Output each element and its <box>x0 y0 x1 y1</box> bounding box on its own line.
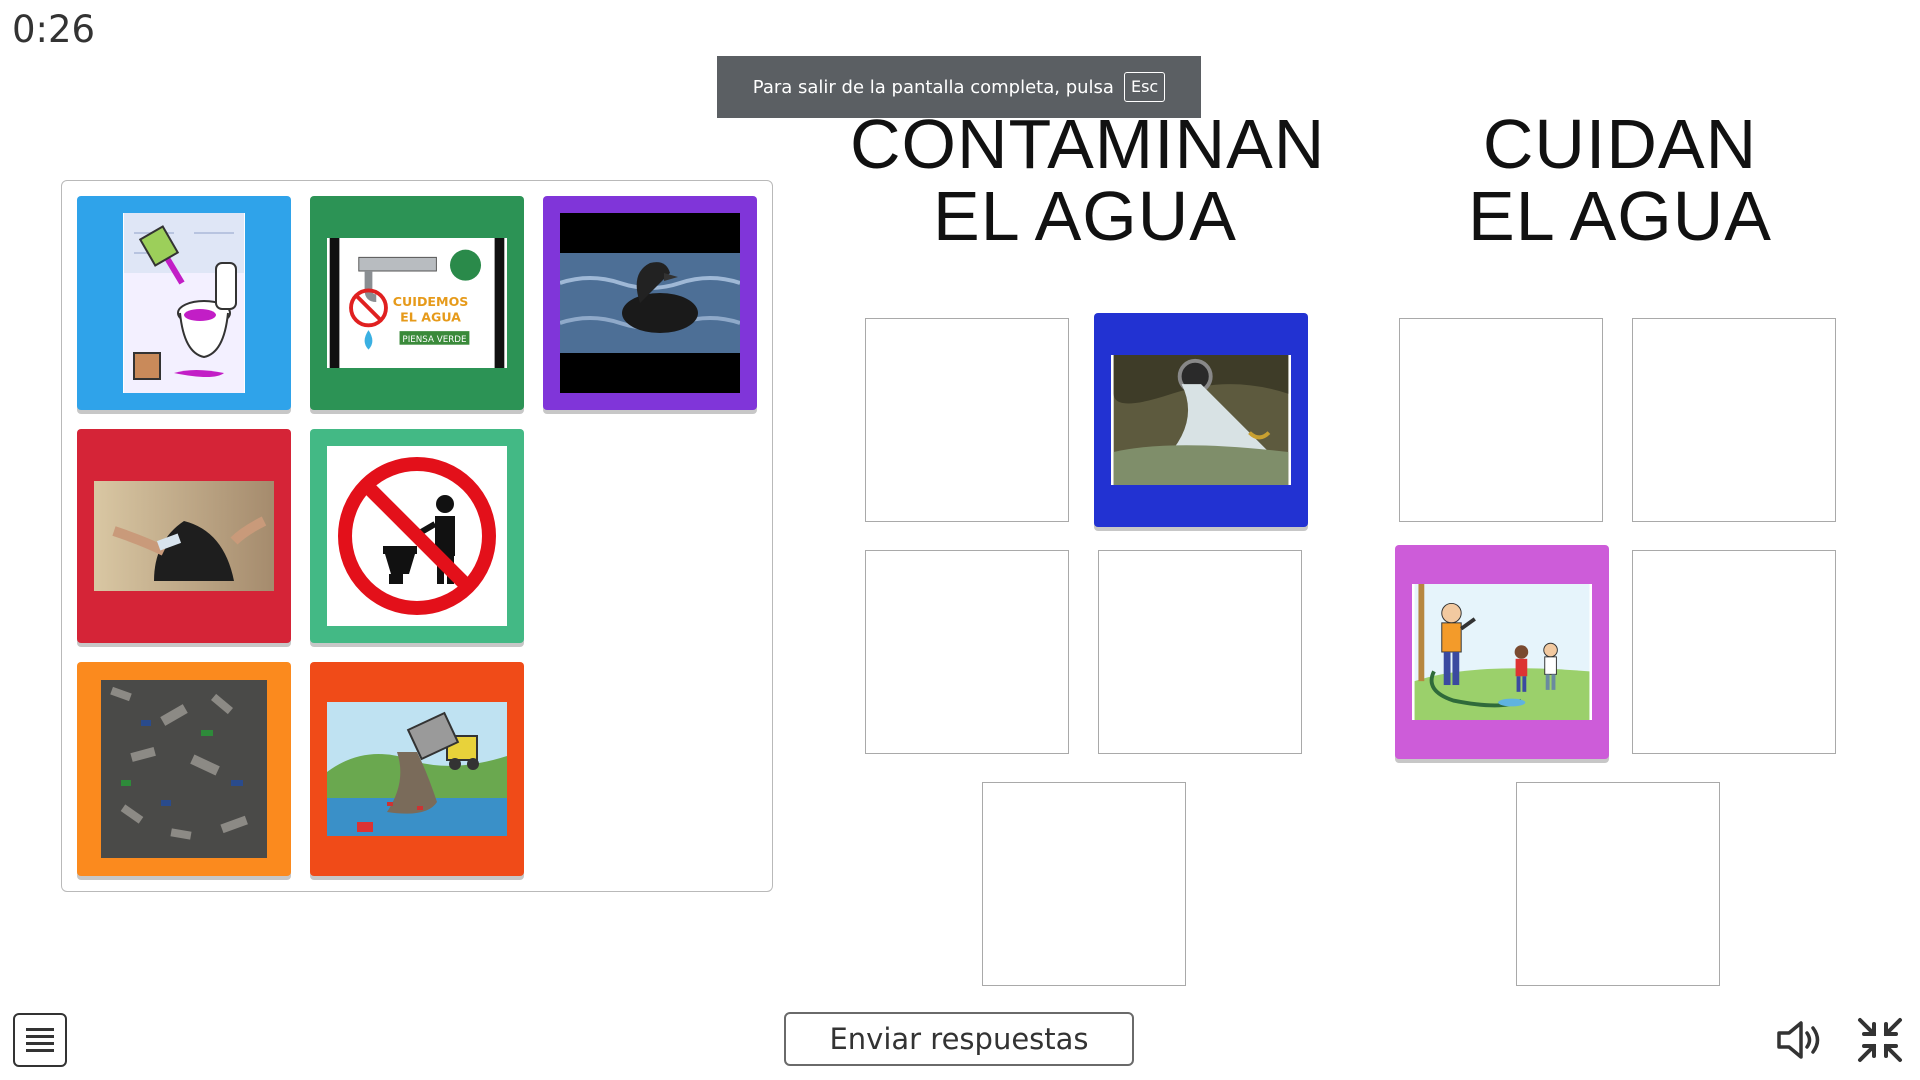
piensa-verde-caption: PIENSA VERDE <box>402 335 466 345</box>
menu-icon <box>26 1028 54 1052</box>
esc-key-badge: Esc <box>1123 72 1166 102</box>
truck-dumping-image <box>327 702 507 836</box>
tile-no-littering-sign[interactable] <box>310 429 524 643</box>
category-title-cuidan: CUIDAN EL AGUA <box>1440 108 1800 252</box>
menu-button[interactable] <box>13 1013 67 1067</box>
category-title-line2: EL AGUA <box>933 177 1237 255</box>
drop-slot-cuidan-4[interactable] <box>1632 550 1836 754</box>
drop-slot-cuidan-1[interactable] <box>1399 318 1603 522</box>
drop-slot-contaminan-5[interactable] <box>982 782 1186 986</box>
tile-truck-dumping-garbage[interactable] <box>310 662 524 876</box>
tile-pouring-paint-toilet[interactable] <box>77 196 291 410</box>
sound-button[interactable] <box>1775 1017 1825 1063</box>
garbage-pile-image <box>101 680 267 858</box>
category-title-line1: CUIDAN <box>1482 105 1758 183</box>
category-title-line1: CONTAMINAN <box>850 105 1326 183</box>
el-agua-caption: EL AGUA <box>400 309 461 324</box>
tile-cuidemos-el-agua[interactable]: CUIDEMOS EL AGUA PIENSA VERDE <box>310 196 524 410</box>
boy-with-hose-image <box>1414 584 1590 720</box>
speaker-icon <box>1777 1021 1820 1059</box>
drop-slot-contaminan-4[interactable] <box>1098 550 1302 754</box>
category-title-contaminan: CONTAMINAN EL AGUA <box>850 105 1326 255</box>
no-littering-sign-image <box>327 446 507 626</box>
drop-slot-cuidan-5[interactable] <box>1516 782 1720 986</box>
exit-fullscreen-icon <box>1858 1018 1902 1062</box>
tile-oil-covered-bird[interactable] <box>543 196 757 410</box>
trash-cleanup-image <box>94 481 274 591</box>
timer: 0:26 <box>12 8 96 51</box>
sewage-pipe-image <box>1113 355 1289 485</box>
fullscreen-notice-text: Para salir de la pantalla completa, puls… <box>752 76 1114 98</box>
pouring-paint-image <box>124 213 244 393</box>
drop-slot-cuidan-2[interactable] <box>1632 318 1836 522</box>
drop-slot-contaminan-1[interactable] <box>865 318 1069 522</box>
tile-boy-with-hose[interactable] <box>1395 545 1609 759</box>
drop-slot-contaminan-3[interactable] <box>865 550 1069 754</box>
oil-bird-image <box>560 213 740 393</box>
exit-fullscreen-button[interactable] <box>1856 1016 1904 1064</box>
cuidemos-agua-image: CUIDEMOS EL AGUA PIENSA VERDE <box>329 238 505 368</box>
tile-garbage-pile[interactable] <box>77 662 291 876</box>
submit-answers-button[interactable]: Enviar respuestas <box>784 1012 1134 1066</box>
category-title-line2: EL AGUA <box>1468 177 1772 255</box>
tile-sewage-pipe[interactable] <box>1094 313 1308 527</box>
cuidemos-caption: CUIDEMOS <box>393 294 469 309</box>
tile-trash-bag-cleanup[interactable] <box>77 429 291 643</box>
